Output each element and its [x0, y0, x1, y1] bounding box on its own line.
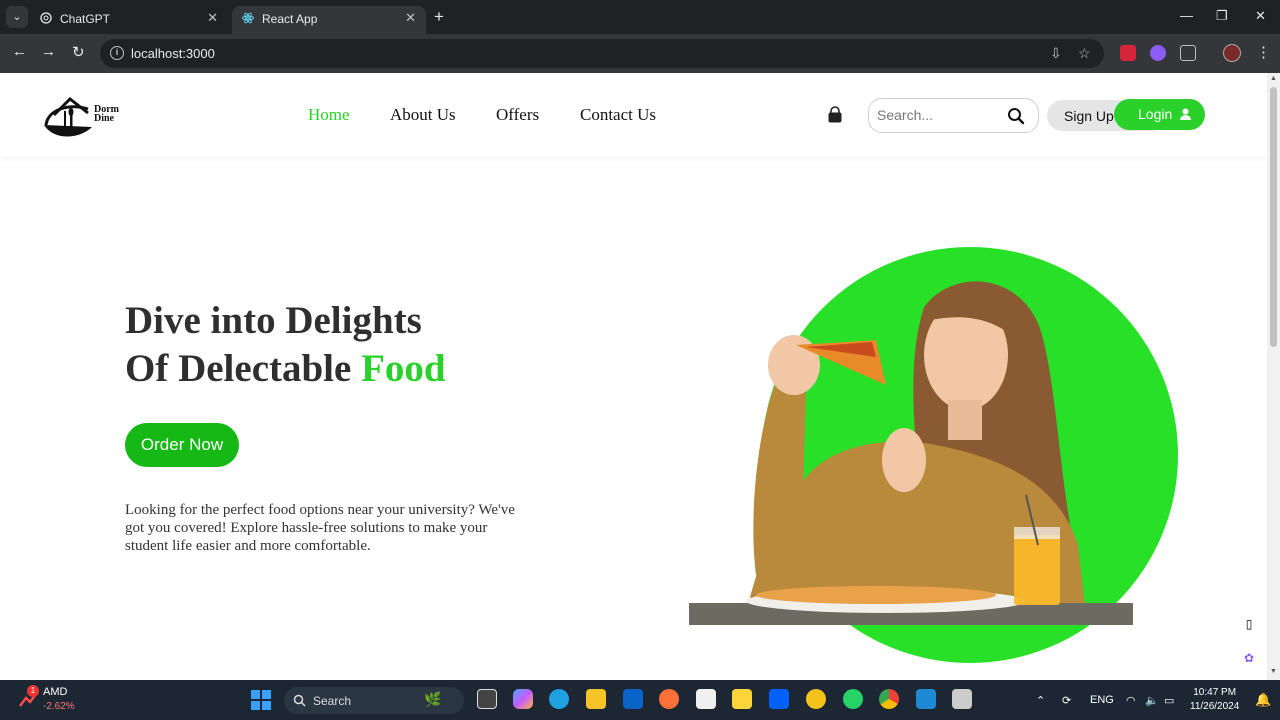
brain-extension-icon[interactable]: ✿ — [1237, 646, 1261, 670]
login-button[interactable]: Login — [1114, 99, 1205, 130]
hero-title-prefix: Of Delectable — [125, 347, 362, 390]
scroll-down-icon[interactable]: ▼ — [1270, 668, 1277, 675]
profile-avatar[interactable] — [1223, 44, 1241, 62]
copilot-icon[interactable] — [513, 689, 533, 709]
react-icon — [242, 12, 254, 24]
outlook-icon[interactable] — [623, 689, 643, 709]
language-indicator[interactable]: ENG — [1090, 694, 1114, 706]
extension-brain-icon[interactable] — [1150, 45, 1166, 61]
hero-description: Looking for the perfect food options nea… — [125, 502, 515, 554]
browser-toolbar: ← → ↻ i localhost:3000 ⇩ ☆ ⋮ — [0, 34, 1280, 73]
scroll-up-icon[interactable]: ▲ — [1270, 75, 1277, 82]
app-icon[interactable] — [806, 689, 826, 709]
stock-badge: 1 — [27, 685, 39, 697]
hero-title-accent: Food — [361, 347, 446, 390]
url-text: localhost:3000 — [131, 46, 215, 61]
taskbar-clock[interactable]: 10:47 PM 11/26/2024 — [1190, 686, 1239, 714]
back-icon[interactable]: ← — [12, 43, 27, 60]
site-info-icon[interactable]: i — [110, 46, 124, 60]
sync-icon[interactable]: ⟳ — [1062, 694, 1071, 707]
extension-icon[interactable] — [1120, 45, 1136, 61]
nav-home[interactable]: Home — [308, 105, 350, 125]
taskbar-search[interactable]: Search 🌿 — [284, 687, 464, 714]
search-icon[interactable] — [1007, 107, 1025, 125]
wifi-icon[interactable]: ◠ — [1126, 694, 1136, 707]
order-now-button[interactable]: Order Now — [125, 423, 239, 467]
chatgpt-icon — [40, 12, 52, 24]
address-bar[interactable]: i localhost:3000 ⇩ ☆ — [100, 39, 1104, 68]
clock-date: 11/26/2024 — [1190, 701, 1240, 712]
windows-start-icon[interactable] — [251, 690, 271, 710]
sign-up-label: Sign Up — [1064, 108, 1114, 124]
taskbar-search-label: Search — [313, 694, 352, 708]
search-input[interactable] — [877, 107, 997, 123]
close-tab-icon[interactable]: ✕ — [207, 10, 218, 26]
reload-icon[interactable]: ↻ — [72, 43, 85, 61]
forward-icon[interactable]: → — [41, 43, 56, 60]
login-label: Login — [1138, 106, 1173, 122]
chrome-icon[interactable] — [879, 689, 899, 709]
restore-icon[interactable]: ❐ — [1216, 8, 1228, 24]
shopping-bag-icon[interactable] — [826, 106, 844, 124]
stock-name: AMD — [43, 686, 68, 698]
clock-time: 10:47 PM — [1193, 687, 1237, 698]
amazon-icon[interactable] — [696, 689, 716, 709]
tab-title: React App — [262, 12, 318, 26]
notifications-icon[interactable]: 🔔 — [1255, 692, 1271, 708]
battery-icon[interactable]: ▭ — [1164, 694, 1174, 707]
hero-title-line2: Of Delectable Food — [125, 345, 446, 393]
vscode-icon[interactable] — [916, 689, 936, 709]
search-box — [868, 98, 1039, 133]
task-view-icon[interactable] — [477, 689, 497, 709]
bookmark-star-icon[interactable]: ☆ — [1078, 45, 1091, 62]
book-icon[interactable]: ▯ — [1237, 612, 1261, 636]
firefox-icon[interactable] — [659, 689, 679, 709]
new-tab-icon[interactable]: + — [434, 7, 444, 27]
search-icon — [293, 694, 306, 707]
browser-menu-icon[interactable]: ⋮ — [1256, 43, 1271, 61]
site-header: Dorm Dine Home About Us Offers Contact U… — [0, 73, 1267, 157]
install-app-icon[interactable]: ⇩ — [1050, 45, 1062, 62]
notepad-icon[interactable] — [952, 689, 972, 709]
hero-image — [689, 247, 1178, 663]
minimize-icon[interactable]: — — [1180, 8, 1193, 23]
page-scrollbar[interactable]: ▲ ▼ — [1267, 73, 1280, 680]
tab-react-app[interactable]: React App ✕ — [232, 6, 426, 34]
extensions-puzzle-icon[interactable] — [1180, 45, 1196, 61]
whatsapp-icon[interactable] — [843, 689, 863, 709]
volume-icon[interactable]: 🔈 — [1145, 694, 1159, 707]
web-page: Dorm Dine Home About Us Offers Contact U… — [0, 73, 1267, 680]
close-tab-icon[interactable]: ✕ — [405, 10, 416, 26]
sticky-notes-icon[interactable] — [732, 689, 752, 709]
logo-text: Dorm Dine — [94, 105, 119, 124]
windows-taskbar: 1 AMD -2.62% Search 🌿 ⌃ ⟳ ENG ◠ 🔈 ▭ 10:4… — [0, 680, 1280, 720]
search-highlight-icon: 🌿 — [424, 691, 442, 707]
tab-chatgpt[interactable]: ChatGPT ✕ — [30, 6, 228, 34]
hero-title: Dive into Delights Of Delectable Food — [125, 297, 446, 393]
tab-search-button[interactable]: ⌄ — [6, 6, 28, 28]
close-window-icon[interactable]: ✕ — [1255, 8, 1266, 24]
hero-title-line1: Dive into Delights — [125, 299, 422, 342]
edge-icon[interactable] — [549, 689, 569, 709]
dropbox-icon[interactable] — [769, 689, 789, 709]
user-icon — [1180, 108, 1191, 120]
tab-title: ChatGPT — [60, 12, 111, 26]
nav-contact-us[interactable]: Contact Us — [580, 105, 656, 125]
stock-change: -2.62% — [43, 701, 75, 712]
file-explorer-icon[interactable] — [586, 689, 606, 709]
browser-tab-strip: ⌄ ChatGPT ✕ React App ✕ + — ❐ ✕ — [0, 0, 1280, 34]
scrollbar-thumb[interactable] — [1270, 87, 1277, 347]
show-hidden-icons[interactable]: ⌃ — [1036, 694, 1045, 707]
nav-about-us[interactable]: About Us — [390, 105, 456, 125]
nav-offers[interactable]: Offers — [496, 105, 539, 125]
logo-text-bottom: Dine — [94, 113, 114, 124]
